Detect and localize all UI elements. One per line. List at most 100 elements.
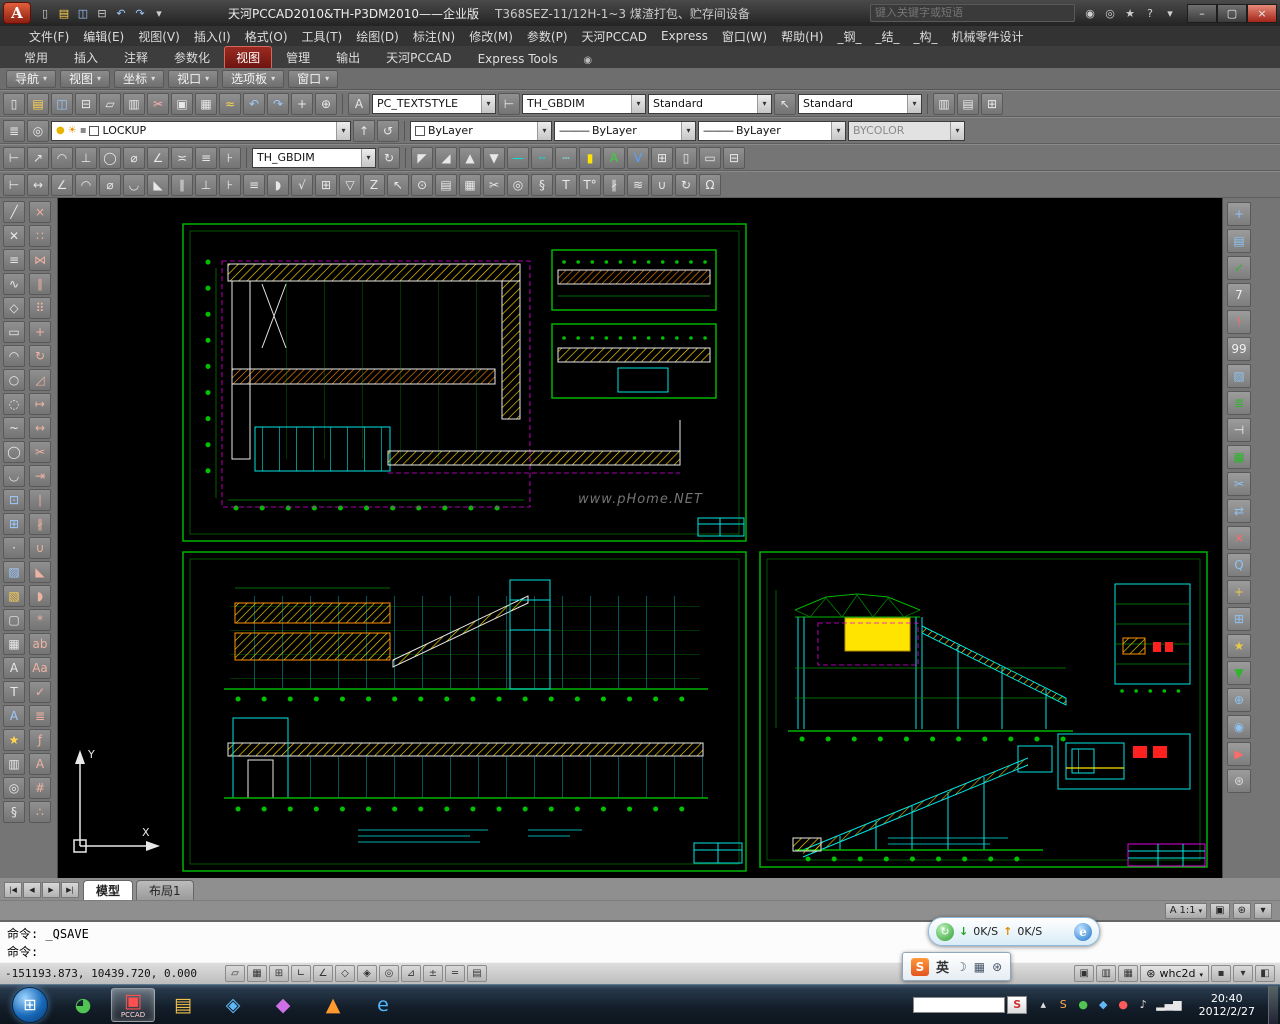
minimize-button[interactable]: –: [1187, 4, 1217, 23]
thread-dim-icon[interactable]: ∥: [171, 174, 193, 196]
last-tab-icon[interactable]: ▶|: [61, 882, 79, 898]
save-icon[interactable]: ◫: [51, 93, 73, 115]
camera-icon[interactable]: ◉: [1227, 715, 1251, 739]
tab-view[interactable]: 视图: [224, 46, 272, 68]
dim-baseline-icon[interactable]: ≡: [195, 147, 217, 169]
new-icon[interactable]: ▯: [36, 4, 54, 22]
dim-arc-icon[interactable]: ◠: [51, 147, 73, 169]
layer-99-icon[interactable]: 99: [1227, 337, 1251, 361]
menu-format[interactable]: 格式(O): [238, 27, 295, 46]
zoom-icon[interactable]: ⊕: [315, 93, 337, 115]
text-style-combo[interactable]: PC_TEXTSTYLE: [372, 94, 496, 114]
pin-tool-icon[interactable]: ▼: [1227, 661, 1251, 685]
array-icon[interactable]: ⠿: [29, 297, 51, 319]
menu-modify[interactable]: 修改(M): [462, 27, 520, 46]
dim-break-icon[interactable]: ∦: [603, 174, 625, 196]
cut-icon[interactable]: ✂: [147, 93, 169, 115]
center-line-icon[interactable]: ┄: [555, 147, 577, 169]
sheetset-manager-icon[interactable]: ▤: [957, 93, 979, 115]
dim-continue-icon[interactable]: ⊦: [219, 147, 241, 169]
tray-sogou-icon[interactable]: S: [1056, 997, 1070, 1013]
dim-tool-icon[interactable]: ⊣: [1227, 418, 1251, 442]
move-tool-icon[interactable]: +: [1227, 580, 1251, 604]
menu-express[interactable]: Express: [654, 28, 715, 44]
infer-constraints-toggle[interactable]: ▱: [225, 965, 245, 982]
menu-jie[interactable]: _结_: [868, 27, 906, 46]
status-flyout-icon[interactable]: ▾: [1254, 903, 1272, 919]
taskbar-app-ie[interactable]: e: [361, 988, 405, 1022]
first-tab-icon[interactable]: |◀: [4, 882, 22, 898]
list-tool-icon[interactable]: ≣: [1227, 391, 1251, 415]
chamfer-icon[interactable]: ◣: [29, 561, 51, 583]
open-icon[interactable]: ▤: [27, 93, 49, 115]
table-tool-icon[interactable]: ▦: [1227, 445, 1251, 469]
lineweight-combo[interactable]: ——— ByLayer: [698, 121, 846, 141]
search-input[interactable]: [875, 7, 1070, 19]
coordinates-readout[interactable]: -151193.873, 10439.720, 0.000: [5, 967, 223, 980]
publish-icon[interactable]: ▥: [123, 93, 145, 115]
wipeout-icon[interactable]: ▥: [3, 753, 25, 775]
tolerance-frame-icon[interactable]: ⊞: [315, 174, 337, 196]
table-cell-icon[interactable]: ⊞: [651, 147, 673, 169]
ellipse-icon[interactable]: ◯: [3, 441, 25, 463]
panel-navigate[interactable]: 导航: [6, 70, 56, 88]
edit-text-icon[interactable]: ab: [29, 633, 51, 655]
radial-dim-icon[interactable]: ◠: [75, 174, 97, 196]
tab-pccad[interactable]: 天河PCCAD: [374, 46, 463, 68]
menu-draw[interactable]: 绘图(D): [349, 27, 406, 46]
dim-text-angle-icon[interactable]: T°: [579, 174, 601, 196]
undo-icon[interactable]: ↶: [243, 93, 265, 115]
taskbar-app-cadviewer[interactable]: ▲: [311, 988, 355, 1022]
swap-icon[interactable]: ⇄: [1227, 499, 1251, 523]
copy-icon[interactable]: ∷: [29, 225, 51, 247]
table-icon[interactable]: ▦: [3, 633, 25, 655]
rectangle-icon[interactable]: ▭: [3, 321, 25, 343]
dim-style-combo[interactable]: TH_GBDIM: [522, 94, 646, 114]
line-icon[interactable]: ╱: [3, 201, 25, 223]
otrack-toggle[interactable]: ◎: [379, 965, 399, 982]
bulb-icon[interactable]: ●: [56, 125, 65, 136]
redo-icon[interactable]: ↷: [131, 4, 149, 22]
menu-file[interactable]: 文件(F): [22, 27, 76, 46]
ortho-toggle[interactable]: ∟: [291, 965, 311, 982]
plot-icon[interactable]: ⊟: [93, 4, 111, 22]
rotate-icon[interactable]: ↻: [29, 345, 51, 367]
layer-7-icon[interactable]: 7: [1227, 283, 1251, 307]
dim-radius-icon[interactable]: ◯: [99, 147, 121, 169]
revision-cloud-icon[interactable]: ◌: [3, 393, 25, 415]
menu-pccad[interactable]: 天河PCCAD: [575, 27, 654, 46]
mirror-icon[interactable]: ⋈: [29, 249, 51, 271]
linear-dim-icon[interactable]: ↔: [27, 174, 49, 196]
hole-table-icon[interactable]: ▦: [459, 174, 481, 196]
annotation-visibility-icon[interactable]: ▣: [1210, 903, 1229, 919]
draworder-above-icon[interactable]: ▲: [459, 147, 481, 169]
layer-states-icon[interactable]: ◎: [27, 120, 49, 142]
moon-icon[interactable]: ☽: [956, 960, 967, 974]
offset-icon[interactable]: ∥: [29, 273, 51, 295]
sun-icon[interactable]: ☀: [68, 125, 77, 136]
stretch-icon[interactable]: ↦: [29, 393, 51, 415]
refresh-icon[interactable]: ↻: [936, 923, 954, 941]
plot-preview-icon[interactable]: ▱: [99, 93, 121, 115]
menu-dimension[interactable]: 标注(N): [406, 27, 462, 46]
taskbar-search-input[interactable]: [913, 997, 1005, 1013]
grid-tool-icon[interactable]: ⊞: [1227, 607, 1251, 631]
model-space-icon[interactable]: ▣: [1074, 965, 1094, 982]
taskbar-app-suite[interactable]: ◆: [261, 988, 305, 1022]
maximize-button[interactable]: ▢: [1217, 4, 1247, 23]
flag-icon[interactable]: ▶: [1227, 742, 1251, 766]
mtext-icon[interactable]: A: [3, 657, 25, 679]
baseline-dim-icon[interactable]: ≡: [243, 174, 265, 196]
layer-combo[interactable]: ● ☀ ▪ LOCKUP: [51, 121, 351, 141]
pccad-note-icon[interactable]: ▤: [1227, 229, 1251, 253]
pan-icon[interactable]: +: [291, 93, 313, 115]
next-tab-icon[interactable]: ▶: [42, 882, 60, 898]
favorites-icon[interactable]: ★: [1121, 4, 1139, 22]
arc-length-dim-icon[interactable]: ◡: [123, 174, 145, 196]
magnifier-icon[interactable]: ⊕: [1227, 688, 1251, 712]
row-insert-icon[interactable]: ▭: [699, 147, 721, 169]
table-style-combo[interactable]: Standard: [648, 94, 772, 114]
dim-update-icon[interactable]: ↻: [378, 147, 400, 169]
exclaim-icon[interactable]: !: [1227, 310, 1251, 334]
region-icon[interactable]: ▢: [3, 609, 25, 631]
